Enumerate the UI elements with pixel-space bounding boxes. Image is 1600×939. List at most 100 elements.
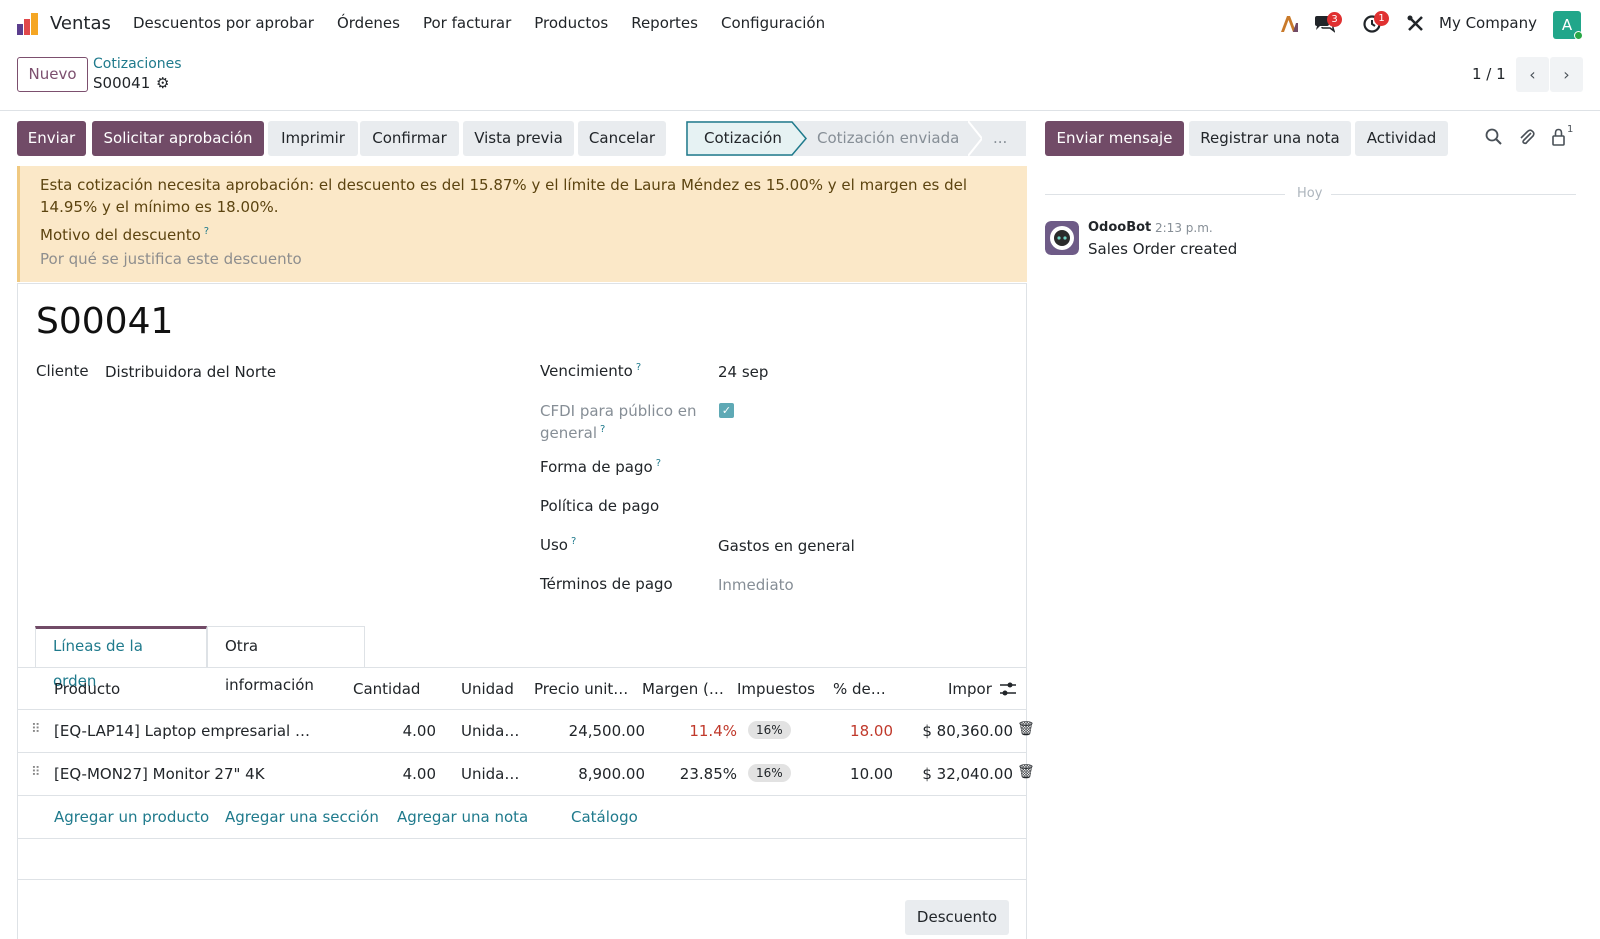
menu-item-discounts[interactable]: Descuentos por aprobar [133, 14, 314, 32]
discount-button[interactable]: Descuento [905, 900, 1009, 935]
search-icon[interactable] [1484, 127, 1504, 147]
column-amount[interactable]: Impor [948, 680, 992, 698]
menu-item-configuration[interactable]: Configuración [721, 14, 825, 32]
row-quantity[interactable]: 4.00 [379, 722, 436, 740]
row-unit[interactable]: Unida… [461, 722, 519, 740]
form-sheet: S00041 Cliente Distribuidora del Norte V… [17, 283, 1035, 939]
stage-separator [968, 121, 982, 156]
add-section-link[interactable]: Agregar una sección [225, 808, 379, 826]
tools-icon[interactable] [1405, 14, 1427, 34]
column-quantity[interactable]: Cantidad [353, 680, 420, 698]
stage-quotation-sent[interactable]: Cotización enviada [817, 121, 959, 156]
expiration-field[interactable]: 24 sep [718, 363, 768, 381]
gear-icon[interactable]: ⚙ [156, 74, 169, 92]
help-icon[interactable]: ? [600, 424, 605, 435]
print-button[interactable]: Imprimir [268, 121, 358, 156]
optional-columns-icon[interactable] [999, 681, 1017, 697]
column-taxes[interactable]: Impuestos [737, 680, 815, 698]
drag-handle-icon[interactable]: ⠿ [31, 722, 40, 737]
activity-button[interactable]: Actividad [1355, 121, 1448, 156]
chevron-left-icon[interactable]: ‹ [1516, 57, 1549, 92]
trash-icon[interactable]: 🗑 [1017, 721, 1035, 737]
date-divider-left [1045, 194, 1285, 195]
confirm-button[interactable]: Confirmar [360, 121, 459, 156]
row-margin: 23.85% [679, 765, 737, 783]
pager-value[interactable]: 1 / 1 [1472, 65, 1506, 83]
app-name[interactable]: Ventas [50, 13, 111, 34]
column-product[interactable]: Producto [54, 680, 120, 698]
sales-app-icon[interactable] [16, 12, 40, 36]
menu-item-reports[interactable]: Reportes [631, 14, 698, 32]
log-note-button[interactable]: Registrar una nota [1189, 121, 1351, 156]
chevron-right-icon[interactable]: › [1550, 57, 1583, 92]
row-product[interactable]: [EQ-MON27] Monitor 27" 4K [54, 765, 265, 783]
discount-reason-input[interactable]: Por qué se justifica este descuento [40, 250, 302, 268]
trash-icon[interactable]: 🗑 [1017, 764, 1035, 780]
messages-badge: 3 [1327, 12, 1342, 27]
help-icon[interactable]: ? [656, 458, 661, 469]
row-amount: $ 32,040.00 [922, 765, 1013, 783]
message-author[interactable]: OdooBot [1088, 220, 1151, 235]
breadcrumb-parent-link[interactable]: Cotizaciones [93, 56, 182, 72]
odoobot-avatar[interactable] [1045, 221, 1079, 255]
followers-icon[interactable] [1549, 127, 1569, 147]
usage-label-text: Uso [540, 536, 568, 554]
customer-label: Cliente [36, 362, 89, 380]
row-tax-badge[interactable]: 16% [748, 721, 791, 739]
customer-field[interactable]: Distribuidora del Norte [105, 363, 276, 381]
tab-order-lines[interactable]: Líneas de la orden [35, 626, 207, 690]
stage-more[interactable]: ... [993, 121, 1007, 156]
new-button[interactable]: Nuevo [17, 57, 88, 92]
table-row[interactable]: ⠿ [EQ-MON27] Monitor 27" 4K 4.00 Unida… … [18, 753, 1035, 796]
discount-reason-label: Motivo del descuento? [40, 226, 209, 244]
catalog-link[interactable]: Catálogo [571, 808, 638, 826]
help-icon[interactable]: ? [636, 362, 641, 373]
drag-handle-icon[interactable]: ⠿ [31, 765, 40, 780]
menu-item-orders[interactable]: Órdenes [337, 14, 400, 32]
add-product-link[interactable]: Agregar un producto [54, 808, 209, 826]
top-navbar: Ventas Descuentos por aprobar Órdenes Po… [0, 0, 1600, 48]
cfdi-label-line1: CFDI para público en [540, 402, 697, 420]
payment-terms-field[interactable]: Inmediato [718, 576, 794, 594]
row-unit-price[interactable]: 8,900.00 [534, 765, 645, 783]
activities-badge: 1 [1374, 11, 1389, 26]
row-unit[interactable]: Unida… [461, 765, 519, 783]
preview-button[interactable]: Vista previa [463, 121, 574, 156]
column-discount[interactable]: % de… [833, 680, 886, 698]
menu-item-to-invoice[interactable]: Por facturar [423, 14, 511, 32]
menu-item-products[interactable]: Productos [534, 14, 608, 32]
payment-way-label-text: Forma de pago [540, 458, 653, 476]
payment-way-label: Forma de pago? [540, 458, 661, 476]
row-unit-price[interactable]: 24,500.00 [534, 722, 645, 740]
tab-other-info[interactable]: Otra información [207, 626, 365, 694]
table-row[interactable]: ⠿ [EQ-LAP14] Laptop empresarial … 4.00 U… [18, 710, 1035, 753]
add-note-link[interactable]: Agregar una nota [397, 808, 528, 826]
request-approval-button[interactable]: Solicitar aprobación [92, 121, 264, 156]
row-discount[interactable]: 18.00 [833, 722, 893, 740]
paperclip-icon[interactable] [1517, 127, 1537, 147]
send-button[interactable]: Enviar [17, 121, 86, 156]
add-line-controls: Agregar un producto Agregar una sección … [18, 796, 1026, 839]
usage-field[interactable]: Gastos en general [718, 537, 855, 555]
company-switcher[interactable]: My Company [1439, 14, 1537, 32]
ai-icon[interactable] [1278, 14, 1300, 34]
cancel-button[interactable]: Cancelar [578, 121, 666, 156]
status-bar: Cotización Cotización enviada ... [686, 121, 1026, 156]
column-unit-price[interactable]: Precio unit… [534, 680, 628, 698]
help-icon[interactable]: ? [204, 226, 209, 237]
column-unit[interactable]: Unidad [461, 680, 514, 698]
usage-label: Uso? [540, 536, 576, 554]
cfdi-label-line2-text: general [540, 424, 598, 442]
approval-warning-text: Esta cotización necesita aprobación: el … [40, 176, 968, 216]
row-margin: 11.4% [689, 722, 737, 740]
stage-quotation[interactable]: Cotización [704, 121, 782, 156]
row-tax-badge[interactable]: 16% [748, 764, 791, 782]
help-icon[interactable]: ? [571, 536, 576, 547]
expiration-label: Vencimiento? [540, 362, 641, 380]
column-margin[interactable]: Margen (… [642, 680, 724, 698]
row-discount[interactable]: 10.00 [833, 765, 893, 783]
row-product[interactable]: [EQ-LAP14] Laptop empresarial … [54, 722, 310, 740]
cfdi-checkbox[interactable]: ✓ [719, 403, 734, 418]
row-quantity[interactable]: 4.00 [379, 765, 436, 783]
send-message-button[interactable]: Enviar mensaje [1045, 121, 1184, 156]
